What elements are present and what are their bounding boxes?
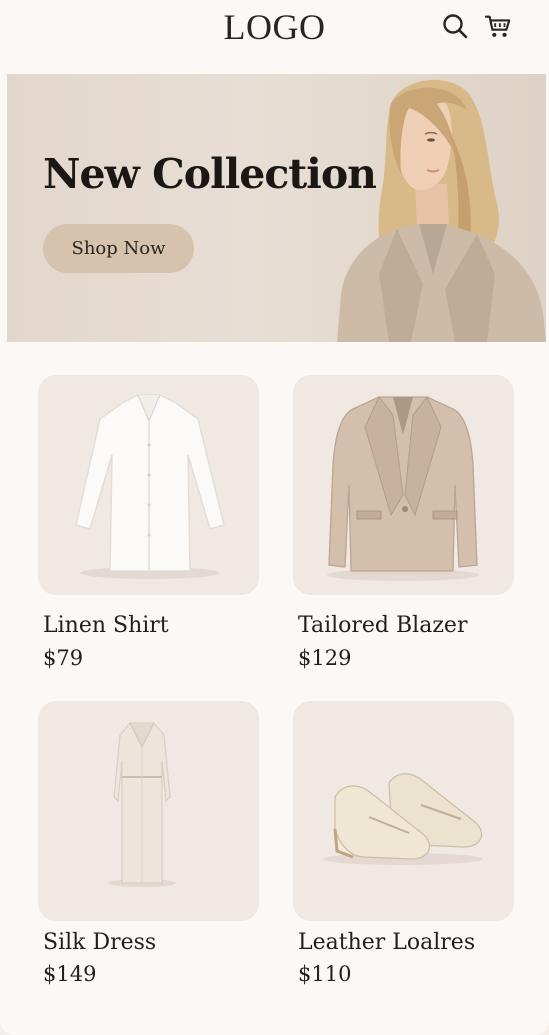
search-icon[interactable] bbox=[441, 12, 469, 40]
hero-model-image bbox=[337, 79, 546, 342]
cart-icon[interactable] bbox=[484, 12, 512, 40]
top-bar: LOGO bbox=[0, 0, 549, 56]
product-price: $149 bbox=[43, 962, 97, 986]
product-price: $79 bbox=[43, 646, 84, 670]
loafers-image bbox=[323, 773, 483, 865]
shirt-image bbox=[75, 394, 225, 579]
product-price: $110 bbox=[298, 962, 352, 986]
product-image-linen-shirt[interactable] bbox=[38, 375, 259, 595]
product-name[interactable]: Tailored Blazer bbox=[298, 613, 467, 638]
product-image-silk-dress[interactable] bbox=[38, 701, 259, 921]
product-name[interactable]: Linen Shirt bbox=[43, 613, 169, 638]
blazer-image bbox=[327, 396, 479, 581]
product-price: $129 bbox=[298, 646, 352, 670]
shop-now-button[interactable]: Shop Now bbox=[43, 224, 194, 273]
product-name[interactable]: Silk Dress bbox=[43, 930, 156, 955]
dress-image bbox=[108, 722, 176, 887]
product-name[interactable]: Leather Loalres bbox=[298, 930, 475, 955]
product-image-leather-loafers[interactable] bbox=[293, 701, 514, 921]
product-image-tailored-blazer[interactable] bbox=[293, 375, 514, 595]
hero-banner: New Collection Shop Now bbox=[7, 74, 546, 342]
shop-page: LOGO New Collection Shop Now Linen Shirt… bbox=[0, 0, 549, 1035]
